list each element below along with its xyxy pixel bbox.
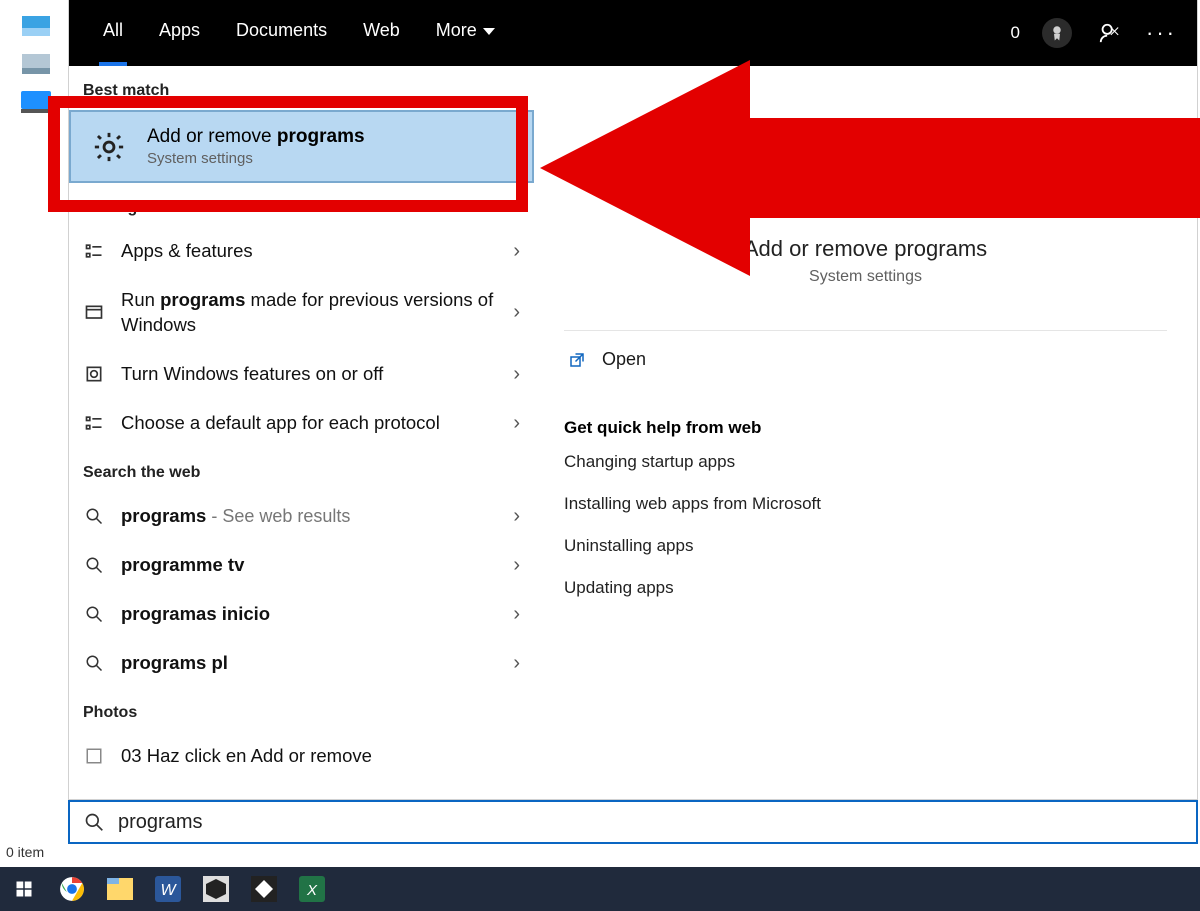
search-tabbar: All Apps Documents Web More 0 ··· <box>69 0 1197 66</box>
feedback-icon[interactable] <box>1094 18 1124 48</box>
taskbar-excel-icon[interactable]: X <box>288 867 336 911</box>
row-label: programme tv <box>121 553 497 578</box>
photos-row[interactable]: 03 Haz click en Add or remove <box>69 732 534 781</box>
row-label: programs - See web results <box>121 504 497 529</box>
tab-more-label: More <box>436 20 477 40</box>
search-icon <box>83 505 105 527</box>
settings-row-run-previous[interactable]: Run programs made for previous versions … <box>69 276 534 350</box>
web-row[interactable]: programme tv › <box>69 541 534 590</box>
section-settings: Settings <box>69 183 534 227</box>
tab-documents[interactable]: Documents <box>218 0 345 66</box>
row-label: programs pl <box>121 651 497 676</box>
chevron-right-icon: › <box>513 412 520 435</box>
desktop-icon[interactable] <box>16 8 56 44</box>
taskbar-explorer-icon[interactable] <box>96 867 144 911</box>
help-link[interactable]: Changing startup apps <box>564 452 1167 472</box>
web-row[interactable]: programs pl › <box>69 639 534 688</box>
chevron-right-icon: › <box>513 301 520 324</box>
search-icon <box>84 812 104 832</box>
row-label: programas inicio <box>121 602 497 627</box>
open-icon <box>568 351 586 369</box>
more-options-icon[interactable]: ··· <box>1146 20 1177 46</box>
search-icon <box>83 652 105 674</box>
best-match-title: Add or remove programs <box>147 126 365 148</box>
row-label: Turn Windows features on or off <box>121 362 497 387</box>
taskbar-unity-hub-icon[interactable] <box>240 867 288 911</box>
results-column: Best match Add or remove programs System… <box>69 66 534 799</box>
settings-row-default-app-protocol[interactable]: Choose a default app for each protocol › <box>69 399 534 448</box>
search-icon <box>83 554 105 576</box>
desktop-icon[interactable] <box>16 46 56 82</box>
chevron-down-icon <box>483 28 495 35</box>
section-best-match: Best match <box>69 66 534 110</box>
svg-text:X: X <box>306 882 318 899</box>
chevron-right-icon: › <box>513 240 520 263</box>
rewards-badge-icon[interactable] <box>1042 18 1072 48</box>
row-label: Run programs made for previous versions … <box>121 288 497 338</box>
help-link[interactable]: Uninstalling apps <box>564 536 1167 556</box>
annotation-arrow-icon <box>540 60 1200 276</box>
taskbar-chrome-icon[interactable] <box>48 867 96 911</box>
row-label: Choose a default app for each protocol <box>121 411 497 436</box>
search-bar[interactable] <box>68 800 1198 844</box>
settings-row-apps-features[interactable]: Apps & features › <box>69 227 534 276</box>
desktop-icon[interactable] <box>16 84 56 120</box>
image-icon <box>83 745 105 767</box>
section-search-web: Search the web <box>69 448 534 492</box>
row-label: Apps & features <box>121 239 497 264</box>
svg-text:W: W <box>160 882 177 899</box>
help-link[interactable]: Installing web apps from Microsoft <box>564 494 1167 514</box>
status-bar: 0 item <box>0 844 44 860</box>
help-heading: Get quick help from web <box>564 418 1167 438</box>
chevron-right-icon: › <box>513 652 520 675</box>
chevron-right-icon: › <box>513 363 520 386</box>
open-action[interactable]: Open <box>564 330 1167 388</box>
tab-web[interactable]: Web <box>345 0 418 66</box>
features-icon <box>83 363 105 385</box>
help-link[interactable]: Updating apps <box>564 578 1167 598</box>
open-label: Open <box>602 349 646 370</box>
search-icon <box>83 603 105 625</box>
tab-more[interactable]: More <box>418 0 513 66</box>
start-button[interactable] <box>0 867 48 911</box>
apps-features-icon <box>83 240 105 262</box>
taskbar-unity-icon[interactable] <box>192 867 240 911</box>
protocol-icon <box>83 412 105 434</box>
row-label: 03 Haz click en Add or remove <box>121 744 520 769</box>
taskbar-word-icon[interactable]: W <box>144 867 192 911</box>
chevron-right-icon: › <box>513 505 520 528</box>
web-row[interactable]: programs - See web results › <box>69 492 534 541</box>
section-photos: Photos <box>69 688 534 732</box>
tab-apps[interactable]: Apps <box>141 0 218 66</box>
gear-icon <box>89 127 129 167</box>
best-match-result[interactable]: Add or remove programs System settings <box>69 110 534 183</box>
settings-row-windows-features[interactable]: Turn Windows features on or off › <box>69 350 534 399</box>
tab-all[interactable]: All <box>85 0 141 66</box>
search-input[interactable] <box>118 811 1182 834</box>
window-icon <box>83 302 105 324</box>
chevron-right-icon: › <box>513 554 520 577</box>
chevron-right-icon: › <box>513 603 520 626</box>
best-match-subtitle: System settings <box>147 150 365 167</box>
web-row[interactable]: programas inicio › <box>69 590 534 639</box>
taskbar: W X <box>0 867 1200 911</box>
desktop-icons <box>0 0 68 868</box>
rewards-count: 0 <box>1011 23 1020 43</box>
